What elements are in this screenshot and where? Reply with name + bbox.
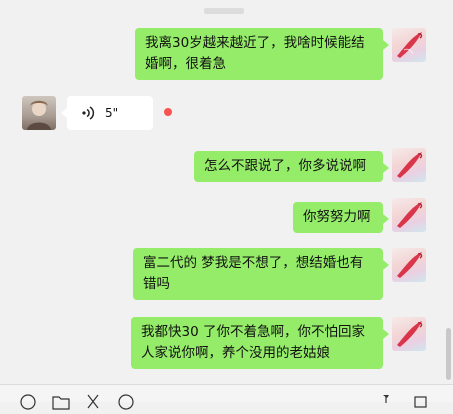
video-call-icon[interactable] (414, 394, 432, 414)
message-bubble-me[interactable]: 你努努力啊 (293, 202, 389, 233)
voice-duration: 5" (105, 106, 119, 120)
unread-dot (164, 108, 172, 116)
input-toolbar (0, 384, 453, 410)
folder-icon[interactable] (52, 394, 70, 414)
microphone-icon[interactable] (380, 394, 392, 414)
avatar-peer[interactable] (22, 96, 56, 130)
message-bubble-me[interactable]: 我都快30 了你不着急啊，你不怕回家人家说你啊，养个没用的老姑娘 (131, 317, 389, 369)
koi-fish-icon (397, 202, 423, 228)
koi-fish-icon (397, 321, 423, 347)
message-bubble-me[interactable]: 怎么不跟说了，你多说说啊 (194, 151, 389, 182)
message-bubble-me[interactable]: 我离30岁越来越近了，我啥时候能结婚啊，很着急 (135, 28, 389, 80)
message-bubble-me[interactable]: 富二代的 梦我是不想了，想结婚也有错吗 (133, 248, 389, 300)
avatar-self[interactable] (392, 28, 426, 62)
scissors-icon[interactable] (86, 394, 100, 414)
scroll-indicator (204, 8, 244, 14)
koi-fish-icon (397, 32, 423, 58)
avatar-self[interactable] (392, 198, 426, 232)
avatar-self[interactable] (392, 148, 426, 182)
chat-history[interactable]: 我离30岁越来越近了，我啥时候能结婚啊，很着急 5" 怎么不跟说了，你多说说啊 (0, 0, 453, 384)
person-photo-icon (27, 100, 51, 130)
koi-fish-icon (397, 252, 423, 278)
scrollbar-thumb[interactable] (446, 328, 451, 380)
emoji-icon[interactable] (20, 394, 36, 414)
chat-bubble-icon[interactable] (118, 394, 134, 414)
avatar-self[interactable] (392, 248, 426, 282)
voice-wave-icon (81, 105, 95, 128)
voice-message-bubble[interactable]: 5" (61, 96, 153, 130)
avatar-self[interactable] (392, 317, 426, 351)
koi-fish-icon (397, 152, 423, 178)
